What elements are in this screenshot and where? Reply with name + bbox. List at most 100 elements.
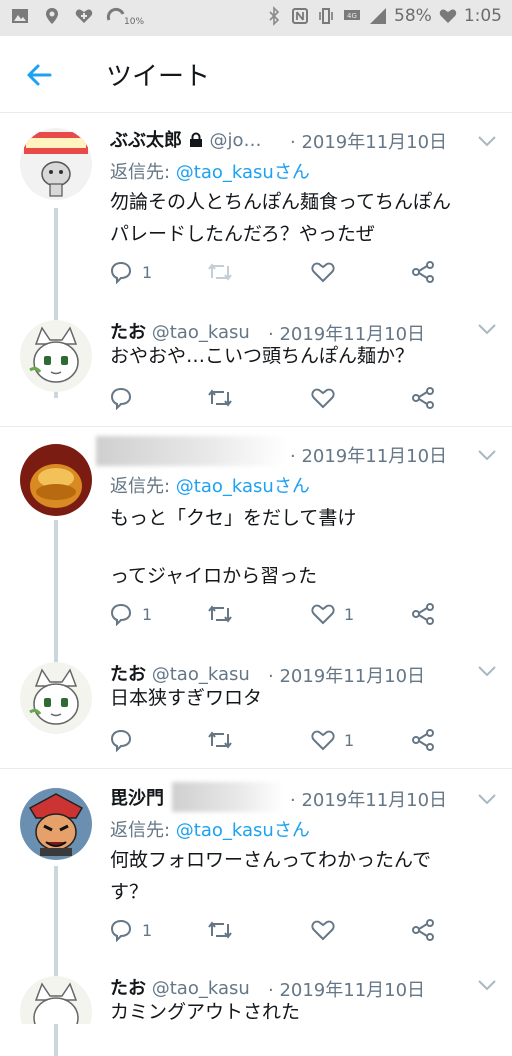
vibrate-icon (319, 8, 333, 24)
like-button[interactable] (310, 258, 344, 286)
like-button[interactable]: 1 (310, 726, 354, 754)
avatar[interactable] (20, 128, 92, 200)
redacted-name (96, 436, 286, 466)
tweet-actions: 1 (108, 258, 448, 288)
status-right: 4G 58% 1:05 (264, 6, 502, 26)
reply-icon (110, 603, 132, 626)
avatar-warrior-icon (20, 788, 92, 860)
reply-button[interactable] (108, 384, 142, 412)
reply-to-label: 返信先: (110, 162, 176, 183)
like-button[interactable] (310, 384, 344, 412)
reply-to-label: 返信先: (110, 820, 176, 841)
reply-to: 返信先: @tao_kasuさん (110, 472, 310, 498)
retweet-icon (208, 263, 232, 281)
chevron-down-icon[interactable] (476, 978, 498, 992)
chevron-down-icon[interactable] (476, 792, 498, 806)
back-arrow-icon[interactable] (24, 60, 54, 90)
lock-icon (189, 132, 202, 147)
avatar[interactable] (20, 976, 92, 1024)
chevron-down-icon[interactable] (476, 322, 498, 336)
data-saver-icon (106, 7, 125, 21)
avatar-cat-sign-icon (20, 128, 92, 200)
avatar[interactable] (20, 662, 92, 734)
avatar[interactable] (20, 320, 92, 392)
share-icon (412, 729, 434, 751)
tweet-text: おやおや…こいつ頭ちんぽん麺か？ (110, 340, 500, 372)
like-button[interactable] (310, 916, 344, 944)
status-bar: 10% 4G 58% 1:05 (0, 0, 512, 36)
reply-to-link[interactable]: @tao_kasuさん (176, 476, 310, 497)
chevron-down-icon[interactable] (476, 448, 498, 462)
retweet-button[interactable] (206, 384, 234, 412)
tweet-date[interactable]: · 2019年11月10日 (290, 442, 447, 468)
reply-to: 返信先: @tao_kasuさん (110, 158, 310, 184)
reply-button[interactable] (108, 726, 142, 754)
chevron-down-icon[interactable] (476, 134, 498, 148)
tweet-actions: 1 (108, 726, 448, 756)
reply-button[interactable]: 1 (108, 600, 152, 628)
tweet-actions: 1 (108, 916, 448, 946)
svg-text:4G: 4G (347, 12, 357, 20)
share-button[interactable] (410, 726, 436, 754)
tweet-line: 日本狭すぎワロタ (110, 687, 263, 709)
tweet-actions: 1 1 (108, 600, 448, 630)
battery-percent: 58% (394, 6, 432, 26)
divider (0, 426, 512, 427)
reply-icon (110, 387, 132, 410)
tweet-actions (108, 384, 448, 414)
heart-icon (439, 9, 457, 23)
reply-to-link[interactable]: @tao_kasuさん (176, 162, 310, 183)
like-count: 1 (344, 604, 355, 624)
author-name[interactable]: 毘沙門 (110, 788, 164, 809)
tweet-line: おやおや…こいつ頭ちんぽん麺か？ (110, 345, 415, 367)
gallery-icon (12, 9, 28, 23)
retweet-button[interactable] (206, 258, 234, 286)
retweet-icon (208, 605, 232, 623)
clock: 1:05 (463, 6, 502, 26)
tweet-line: パレードしたんだろ？やったぜ (110, 223, 375, 245)
share-icon (412, 919, 434, 941)
reply-icon (110, 729, 132, 752)
author-name[interactable]: ぶぶ太郎 (110, 130, 182, 151)
reply-icon (110, 261, 132, 284)
tweet-line: ってジャイロから習った (110, 565, 318, 587)
tweet-text: 日本狭すぎワロタ (110, 682, 500, 714)
tweet-line: もっと「クセ」をだして書け (110, 507, 357, 529)
avatar[interactable] (20, 444, 92, 516)
tweet[interactable]: たお @tao_kasu · 2019年11月10日 カミングアウトされた (0, 972, 512, 1024)
tweet-text: 何故フォロワーさんってわかったんで す？ (110, 844, 500, 908)
redacted-name (172, 782, 284, 812)
app-bar: ツイート (0, 36, 512, 113)
heart-outline-icon (311, 388, 335, 409)
author-handle[interactable]: @jo… (209, 130, 261, 151)
share-icon (412, 261, 434, 283)
avatar[interactable] (20, 788, 92, 860)
share-button[interactable] (410, 258, 436, 286)
heart-outline-icon (311, 604, 335, 625)
share-button[interactable] (410, 600, 436, 628)
reply-to-label: 返信先: (110, 476, 176, 497)
lte-icon: 4G (344, 10, 361, 20)
tweet-header: 毘沙門 (110, 784, 164, 810)
retweet-button[interactable] (206, 916, 234, 944)
reply-button[interactable]: 1 (108, 258, 152, 286)
reply-to-link[interactable]: @tao_kasuさん (176, 820, 310, 841)
heart-outline-icon (311, 920, 335, 941)
like-button[interactable]: 1 (310, 600, 354, 628)
tweet-date[interactable]: · 2019年11月10日 (290, 128, 447, 154)
share-button[interactable] (410, 384, 436, 412)
reply-button[interactable]: 1 (108, 916, 152, 944)
reply-icon (110, 919, 132, 942)
avatar-drink-icon (20, 444, 92, 516)
share-button[interactable] (410, 916, 436, 944)
retweet-button[interactable] (206, 600, 234, 628)
retweet-button[interactable] (206, 726, 234, 754)
tweet-date[interactable]: · 2019年11月10日 (290, 786, 447, 812)
location-icon (46, 8, 58, 24)
tweet-line: カミングアウトされた (110, 1001, 301, 1023)
tweet-line: 勿論その人とちんぽん麺食ってちんぽん (110, 191, 452, 213)
avatar-cat-face-icon (20, 662, 92, 734)
chevron-down-icon[interactable] (476, 664, 498, 678)
reply-count: 1 (142, 920, 153, 940)
retweet-icon (208, 389, 232, 407)
